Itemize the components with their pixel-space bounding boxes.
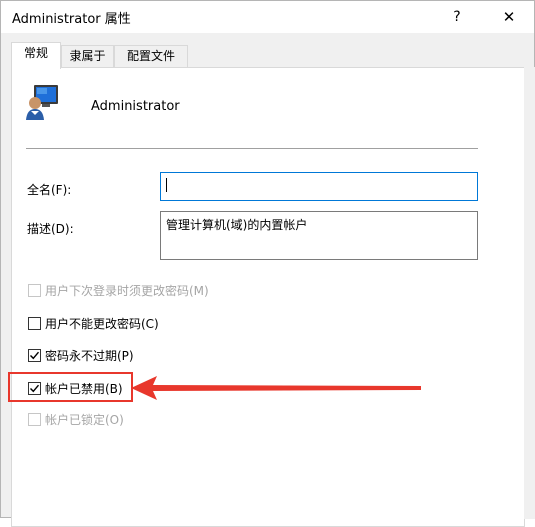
user-monitor-icon <box>26 85 58 120</box>
cannot-change-password-checkbox[interactable]: 用户不能更改密码(C) <box>28 315 159 331</box>
checkbox-box <box>28 348 41 362</box>
help-icon: ? <box>453 9 461 25</box>
description-label: 描述(D): <box>27 222 74 236</box>
fullname-input[interactable] <box>160 172 478 201</box>
window-title: Administrator 属性 <box>12 12 131 27</box>
tab-member-of[interactable]: 隶属于 <box>61 45 114 67</box>
general-tab-panel: Administrator 全名(F): 描述(D): 管理计算机(域)的内置帐… <box>11 67 525 527</box>
tab-general[interactable]: 常规 <box>11 42 61 69</box>
checkmark-icon <box>30 351 40 359</box>
tab-profile[interactable]: 配置文件 <box>114 45 188 67</box>
help-button[interactable]: ? <box>434 1 480 33</box>
checkbox-label: 帐户已锁定(O) <box>45 412 124 427</box>
window-edge <box>524 67 535 519</box>
fullname-label: 全名(F): <box>27 183 72 197</box>
account-locked-checkbox[interactable]: 帐户已锁定(O) <box>28 411 124 427</box>
checkbox-box <box>28 283 41 297</box>
checkbox-label: 用户下次登录时须更改密码(M) <box>45 283 209 298</box>
close-button[interactable]: ✕ <box>486 1 532 33</box>
title-bar: Administrator 属性 ? ✕ <box>1 1 534 33</box>
close-icon: ✕ <box>502 8 516 26</box>
must-change-password-checkbox[interactable]: 用户下次登录时须更改密码(M) <box>28 282 209 298</box>
checkbox-label: 用户不能更改密码(C) <box>45 316 159 331</box>
password-never-expires-checkbox[interactable]: 密码永不过期(P) <box>28 347 134 363</box>
description-input[interactable]: 管理计算机(域)的内置帐户 <box>160 211 478 260</box>
description-value: 管理计算机(域)的内置帐户 <box>166 218 308 232</box>
user-name: Administrator <box>91 99 180 114</box>
checkbox-box <box>28 316 41 330</box>
divider <box>26 148 478 149</box>
checkbox-label: 密码永不过期(P) <box>45 348 134 363</box>
text-caret <box>166 178 167 192</box>
properties-dialog: Administrator 属性 ? ✕ 常规 隶属于 配置文件 Adminis… <box>0 0 535 527</box>
annotation-highlight-box <box>8 372 133 402</box>
checkbox-box <box>28 412 41 426</box>
arrow-left-icon <box>131 376 421 400</box>
